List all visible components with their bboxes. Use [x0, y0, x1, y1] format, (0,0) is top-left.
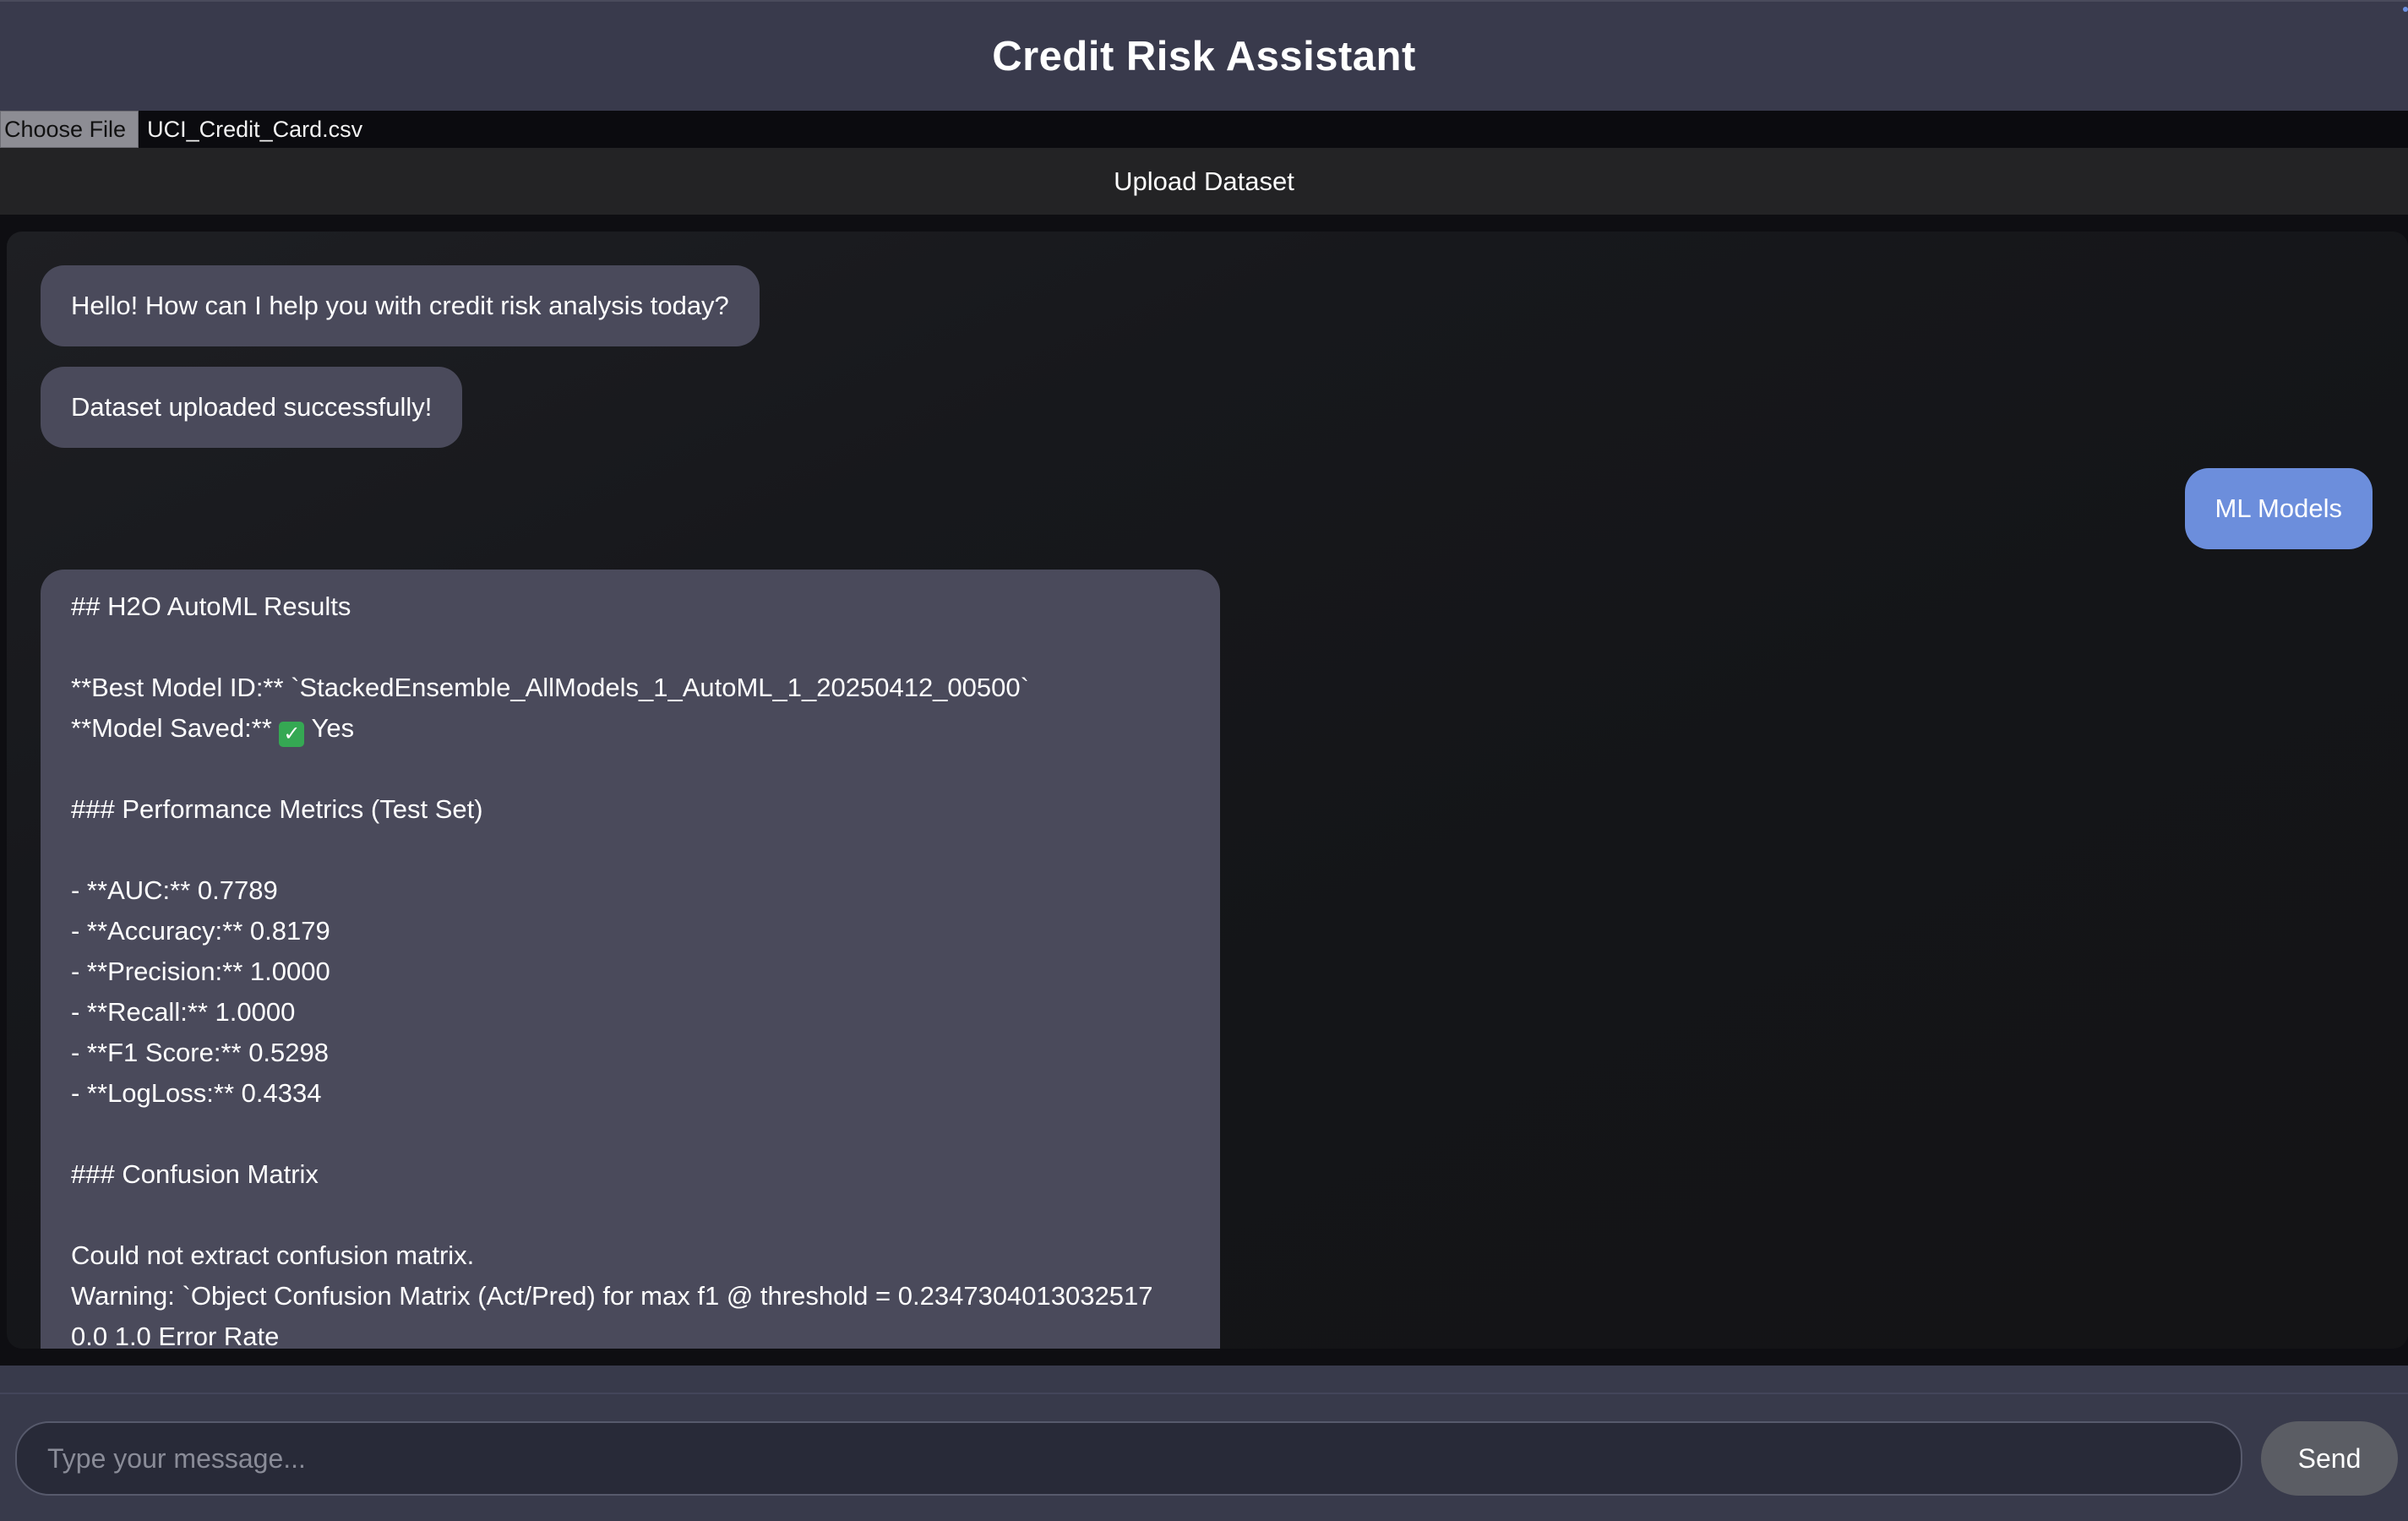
composer-bar: Send: [0, 1366, 2408, 1521]
metric-accuracy: - **Accuracy:** 0.8179: [71, 916, 330, 946]
app-title: Credit Risk Assistant: [992, 33, 1416, 79]
upload-dataset-button[interactable]: Upload Dataset: [0, 148, 2408, 215]
check-mark-icon: ✓: [279, 722, 305, 747]
confusion-matrix-error: Could not extract confusion matrix.: [71, 1240, 475, 1270]
file-picker-row: Choose File UCI_Credit_Card.csv: [0, 111, 2408, 148]
metric-recall: - **Recall:** 1.0000: [71, 997, 296, 1027]
bot-message-greeting: Hello! How can I help you with credit ri…: [41, 265, 760, 346]
bot-message-automl-results: ## H2O AutoML Results **Best Model ID:**…: [41, 570, 1220, 1349]
metrics-heading: ### Performance Metrics (Test Set): [71, 794, 483, 824]
divider: [0, 1393, 2408, 1394]
model-saved-value: Yes: [311, 713, 355, 743]
results-heading: ## H2O AutoML Results: [71, 592, 351, 621]
metric-precision: - **Precision:** 1.0000: [71, 957, 330, 986]
model-saved-label: **Model Saved:**: [71, 713, 280, 743]
corner-indicator: [2403, 7, 2408, 12]
confusion-matrix-warning: Warning: `Object Confusion Matrix (Act/P…: [71, 1281, 1153, 1311]
confusion-matrix-header-row: 0.0 1.0 Error Rate: [71, 1322, 280, 1349]
send-button[interactable]: Send: [2261, 1421, 2398, 1496]
metric-auc: - **AUC:** 0.7789: [71, 875, 278, 905]
user-message: ML Models: [2184, 468, 2373, 549]
message-input[interactable]: [15, 1421, 2242, 1496]
model-saved-line: **Model Saved:** ✓ Yes: [71, 708, 1190, 749]
chat-window[interactable]: Hello! How can I help you with credit ri…: [7, 232, 2408, 1349]
metric-logloss: - **LogLoss:** 0.4334: [71, 1078, 322, 1108]
choose-file-button[interactable]: Choose File: [0, 111, 139, 148]
bot-message-upload-status: Dataset uploaded successfully!: [41, 367, 463, 448]
app-header: Credit Risk Assistant: [0, 0, 2408, 111]
metric-f1-score: - **F1 Score:** 0.5298: [71, 1038, 330, 1067]
selected-file-name: UCI_Credit_Card.csv: [147, 116, 363, 142]
best-model-id-line: **Best Model ID:** `StackedEnsemble_AllM…: [71, 673, 1029, 702]
confusion-matrix-heading: ### Confusion Matrix: [71, 1159, 319, 1189]
